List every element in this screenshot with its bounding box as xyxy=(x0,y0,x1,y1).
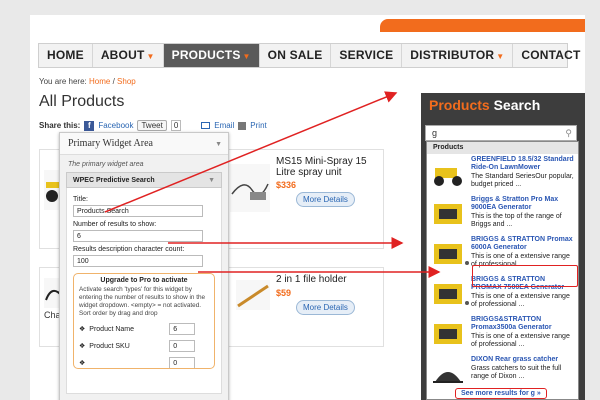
breadcrumb-home-link[interactable]: Home xyxy=(89,77,110,86)
product-price: $59 xyxy=(276,288,292,298)
result-desc: This is one of a extensive range of prof… xyxy=(471,293,570,308)
search-type-option[interactable]: ❖ Product Name 6 xyxy=(79,323,209,335)
search-icon[interactable]: ⚲ xyxy=(565,126,572,140)
result-image xyxy=(431,160,465,188)
result-image xyxy=(431,320,465,348)
share-bar: Share this: f Facebook Tweet 0 Email Pri… xyxy=(39,120,267,131)
product-name[interactable]: MS15 Mini-Spray 15 Litre spray unit xyxy=(276,156,382,178)
primary-widget-area-panel: Primary Widget Area ▼ The primary widget … xyxy=(59,132,229,400)
upgrade-box: Upgrade to Pro to activate Activate sear… xyxy=(73,273,215,369)
drag-handle-icon[interactable]: ❖ xyxy=(79,342,85,350)
nav-about[interactable]: ABOUT ▼ xyxy=(93,44,164,67)
results-count-field[interactable]: 6 xyxy=(73,230,203,242)
result-name: Briggs & Stratton Pro Max 9000EA Generat… xyxy=(471,196,559,211)
result-desc: This is the top of the range of Briggs a… xyxy=(471,213,562,228)
widget-header[interactable]: WPEC Predictive Search ▼ xyxy=(66,172,222,188)
upgrade-desc: Activate search 'types' for this widget … xyxy=(79,286,206,317)
result-image xyxy=(431,360,465,388)
breadcrumb: You are here: Home / Shop xyxy=(39,77,136,86)
print-icon[interactable] xyxy=(238,121,247,130)
tweet-count: 0 xyxy=(170,120,182,131)
nav-products[interactable]: PRODUCTS ▼ xyxy=(163,44,260,67)
page: HOME ABOUT ▼ PRODUCTS ▼ ON SALE SERVICE DI… xyxy=(30,15,585,400)
upgrade-title: Upgrade to Pro to activate xyxy=(100,277,188,284)
facebook-link[interactable]: Facebook xyxy=(98,121,133,130)
search-type-option[interactable]: ❖ Product SKU 0 xyxy=(79,340,209,352)
widget-area-desc: The primary widget area xyxy=(68,161,144,168)
result-desc: This is one of a extensive range of prof… xyxy=(471,333,570,348)
search-result-item[interactable]: Briggs & Stratton Pro Max 9000EA Generat… xyxy=(427,194,578,234)
title-field[interactable]: Products Search xyxy=(73,205,203,217)
result-image xyxy=(431,240,465,268)
predictive-search-input[interactable]: g ⚲ xyxy=(425,125,577,141)
result-bullet xyxy=(465,301,469,305)
chevron-down-icon: ▼ xyxy=(242,52,251,61)
result-description-highlight xyxy=(472,265,578,287)
desc-count-field[interactable]: 100 xyxy=(73,255,203,267)
widget-settings: Title: Products Search Number of results… xyxy=(66,188,222,394)
email-icon[interactable] xyxy=(201,122,211,129)
triangle-down-icon[interactable]: ▼ xyxy=(208,173,215,189)
nav-distributor[interactable]: DISTRIBUTOR ▼ xyxy=(402,44,514,67)
products-search-sidebar: Products Search g ⚲ Products GREENFIELD 1… xyxy=(421,93,585,400)
widget-area-title[interactable]: Primary Widget Area ▼ xyxy=(60,133,228,155)
search-type-option[interactable]: ❖ 0 xyxy=(79,357,209,368)
email-link[interactable]: Email xyxy=(214,121,234,130)
result-bullet xyxy=(465,261,469,265)
title-label: Title: xyxy=(73,196,88,203)
result-image xyxy=(431,280,465,308)
triangle-down-icon[interactable]: ▼ xyxy=(215,133,222,155)
more-details-button[interactable]: More Details xyxy=(296,300,355,315)
nav-on-sale[interactable]: ON SALE xyxy=(260,44,332,67)
drag-handle-icon[interactable]: ❖ xyxy=(79,359,85,367)
tweet-button[interactable]: Tweet xyxy=(137,120,167,131)
drag-handle-icon[interactable]: ❖ xyxy=(79,325,85,333)
product-name[interactable]: 2 in 1 file holder xyxy=(276,274,382,285)
more-details-button[interactable]: More Details xyxy=(296,192,355,207)
desc-count-label: Results description character count: xyxy=(73,246,185,253)
search-result-item[interactable]: BRIGGS&STRATTON Promax3500a Generator Th… xyxy=(427,314,578,354)
nav-home[interactable]: HOME xyxy=(39,44,93,67)
nav-service[interactable]: SERVICE xyxy=(331,44,403,67)
sidebar-title: Products Search xyxy=(429,97,541,113)
product-image[interactable] xyxy=(236,280,270,310)
see-more-results-link[interactable]: See more results for g » xyxy=(455,388,547,399)
product-image[interactable] xyxy=(230,164,270,212)
search-result-item[interactable]: GREENFIELD 18.5/32 Standard Ride-On Lawn… xyxy=(427,154,578,194)
result-image xyxy=(431,200,465,228)
results-count-label: Number of results to show: xyxy=(73,221,157,228)
chevron-down-icon: ▼ xyxy=(496,52,505,61)
main-nav: HOME ABOUT ▼ PRODUCTS ▼ ON SALE SERVICE DI… xyxy=(38,43,580,68)
chevron-down-icon: ▼ xyxy=(146,52,155,61)
result-name: GREENFIELD 18.5/32 Standard Ride-On Lawn… xyxy=(471,156,574,171)
result-name: BRIGGS&STRATTON Promax3500a Generator xyxy=(471,316,552,331)
product-price: $336 xyxy=(276,180,297,190)
result-desc: Grass catchers to suit the full range of… xyxy=(471,365,562,380)
print-link[interactable]: Print xyxy=(250,121,266,130)
option-count-field[interactable]: 0 xyxy=(169,340,196,352)
option-count-field[interactable]: 0 xyxy=(169,357,196,368)
page-title: All Products xyxy=(39,93,125,110)
facebook-icon[interactable]: f xyxy=(84,120,95,131)
result-desc: The Standard SeriesOur popular, budget p… xyxy=(471,173,574,188)
option-count-field[interactable]: 6 xyxy=(169,323,196,335)
nav-contact[interactable]: CONTACT xyxy=(513,44,585,67)
result-name: DIXON Rear grass catcher xyxy=(471,356,559,363)
result-name: BRIGGS & STRATTON Promax 6000A Generator xyxy=(471,236,573,251)
dropdown-header: Products xyxy=(427,142,578,154)
header-orange-strip xyxy=(380,19,585,32)
breadcrumb-shop-link[interactable]: Shop xyxy=(117,77,136,86)
